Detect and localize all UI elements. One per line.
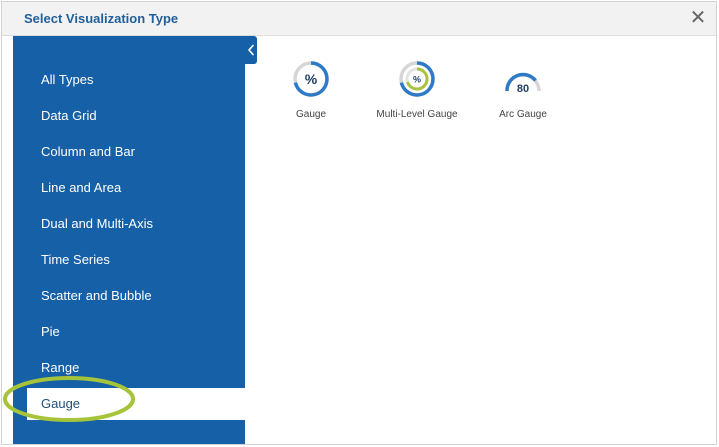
chevron-left-icon: [248, 44, 254, 56]
viz-tile-label: Gauge: [295, 109, 327, 120]
viz-tile-label: Multi-Level Gauge: [376, 109, 458, 120]
viz-tile-arc-gauge[interactable]: 80 Arc Gauge: [468, 60, 578, 130]
dialog-titlebar: Select Visualization Type ✕: [2, 2, 716, 36]
dialog-title: Select Visualization Type: [24, 11, 179, 26]
sidebar-item-label: Pie: [41, 324, 60, 339]
sidebar-item-label: Dual and Multi-Axis: [41, 216, 153, 231]
viz-tile-label: Arc Gauge: [499, 109, 547, 120]
sidebar-item-label: Time Series: [41, 252, 110, 267]
arc-gauge-icon-text: 80: [517, 83, 529, 95]
gauge-icon: %: [293, 61, 329, 97]
sidebar-item-all-types[interactable]: All Types: [13, 64, 245, 96]
sidebar-item-label: Range: [41, 360, 80, 375]
sidebar-item-label: Line and Area: [41, 180, 122, 195]
category-sidebar: All Types Data Grid Column and Bar Line …: [13, 36, 245, 444]
sidebar-item-time-series[interactable]: Time Series: [13, 244, 245, 276]
sidebar-item-label: Data Grid: [41, 108, 97, 123]
gauge-icon-text: %: [305, 71, 318, 87]
arc-gauge-icon: 80: [505, 72, 541, 95]
sidebar-item-scatter-and-bubble[interactable]: Scatter and Bubble: [13, 280, 245, 312]
screen: Select Visualization Type ✕ All Types Da…: [0, 0, 719, 447]
sidebar-item-label: Column and Bar: [41, 144, 135, 159]
close-icon[interactable]: ✕: [689, 8, 707, 28]
viz-tile-multi-level-gauge[interactable]: % Multi-Level Gauge: [362, 60, 472, 130]
viz-tile-gauge[interactable]: % Gauge: [256, 60, 366, 130]
sidebar-item-label: All Types: [41, 72, 94, 87]
sidebar-item-label: Scatter and Bubble: [41, 288, 152, 303]
sidebar-item-range[interactable]: Range: [13, 352, 245, 384]
sidebar-item-pie[interactable]: Pie: [13, 316, 245, 348]
sidebar-item-dual-and-multi-axis[interactable]: Dual and Multi-Axis: [13, 208, 245, 240]
visualization-type-dialog: Select Visualization Type ✕ All Types Da…: [1, 1, 717, 445]
multi-level-gauge-icon: %: [399, 61, 435, 97]
sidebar-item-column-and-bar[interactable]: Column and Bar: [13, 136, 245, 168]
sidebar-item-gauge[interactable]: Gauge: [27, 388, 245, 420]
sidebar-item-line-and-area[interactable]: Line and Area: [13, 172, 245, 204]
sidebar-item-label: Gauge: [41, 396, 81, 411]
multi-level-gauge-icon-text: %: [413, 75, 421, 85]
sidebar-item-data-grid[interactable]: Data Grid: [13, 100, 245, 132]
